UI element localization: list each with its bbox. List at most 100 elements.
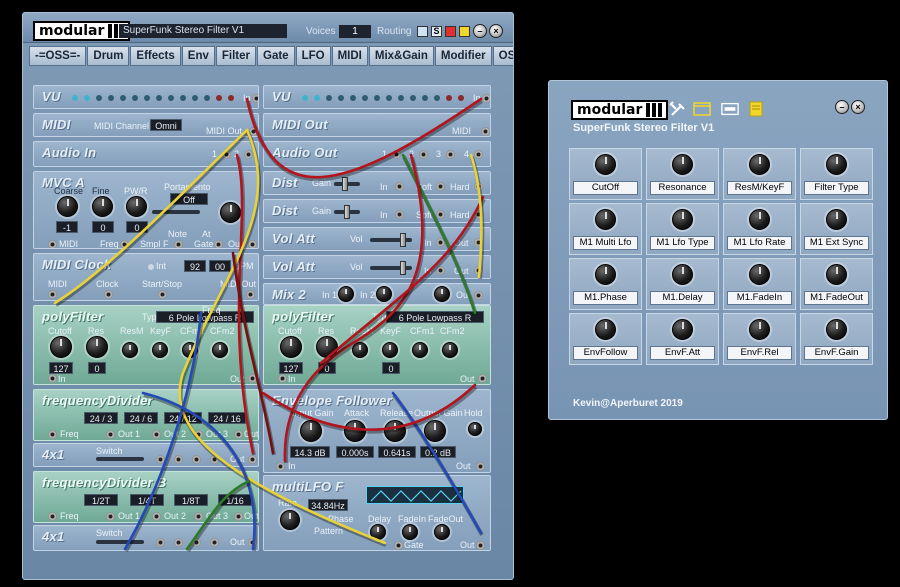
filter-in-jack[interactable] bbox=[48, 374, 57, 383]
param-knob[interactable] bbox=[672, 319, 693, 340]
startstop-jack[interactable] bbox=[158, 290, 167, 299]
vu-module-left[interactable]: VU In bbox=[33, 85, 259, 109]
param-knob[interactable] bbox=[595, 264, 616, 285]
dist-hard-jack[interactable] bbox=[474, 182, 483, 191]
mvc-freq-jack[interactable] bbox=[120, 240, 129, 248]
bpm-integer-field[interactable]: 92 bbox=[184, 260, 206, 272]
minimize-button[interactable]: – bbox=[473, 24, 487, 38]
menu-item[interactable]: Gate bbox=[257, 46, 295, 66]
fadein-knob[interactable] bbox=[402, 524, 418, 540]
clock-midi-out-jack[interactable] bbox=[246, 290, 255, 299]
switch-in-4-jack[interactable] bbox=[210, 455, 219, 464]
audio-out-jack-3[interactable] bbox=[446, 150, 455, 159]
divider-out-1-jack[interactable] bbox=[106, 430, 115, 439]
param-knob[interactable] bbox=[672, 209, 693, 230]
vol-slider-thumb[interactable] bbox=[400, 261, 406, 275]
vu-in-jack[interactable] bbox=[482, 94, 490, 103]
switch-in-1-jack[interactable] bbox=[156, 538, 165, 547]
param-knob[interactable] bbox=[672, 154, 693, 175]
param-knob[interactable] bbox=[595, 319, 616, 340]
rate-knob[interactable] bbox=[280, 510, 300, 530]
vu-module-right[interactable]: VU In bbox=[263, 85, 491, 109]
divider-freq-jack[interactable] bbox=[48, 430, 57, 439]
divider-out-1-jack[interactable] bbox=[106, 512, 115, 521]
notes-icon[interactable] bbox=[747, 101, 765, 117]
midi-out-jack[interactable] bbox=[249, 127, 258, 136]
menu-item[interactable]: LFO bbox=[295, 46, 331, 66]
divider-value-2[interactable]: 1/4T bbox=[130, 494, 164, 506]
bpm-fraction-field[interactable]: 00 bbox=[209, 260, 231, 272]
lfo-waveform-selector[interactable] bbox=[366, 486, 464, 504]
res-knob[interactable] bbox=[316, 336, 338, 358]
fine-knob[interactable] bbox=[92, 196, 113, 217]
midi-module[interactable]: MIDI MIDI Channel Omni MIDI Out bbox=[33, 113, 259, 137]
param-knob[interactable] bbox=[826, 319, 847, 340]
menu-item[interactable]: OSC bbox=[492, 46, 513, 66]
res-knob[interactable] bbox=[86, 336, 108, 358]
divider-value-4[interactable]: 1/16 bbox=[218, 494, 252, 506]
param-knob[interactable] bbox=[672, 264, 693, 285]
clock-out-jack[interactable] bbox=[104, 290, 113, 299]
dist-in-jack[interactable] bbox=[395, 182, 404, 191]
param-cell[interactable]: Resonance bbox=[646, 148, 719, 200]
close-button[interactable]: × bbox=[851, 100, 865, 114]
param-cell[interactable]: M1 Multi Lfo bbox=[569, 203, 642, 255]
vu-in-jack[interactable] bbox=[252, 94, 258, 103]
param-cell[interactable]: M1.Delay bbox=[646, 258, 719, 310]
midi-clock-module[interactable]: MIDI Clock Int 92 00 BPM MIDI Clock Star… bbox=[33, 253, 259, 301]
param-knob[interactable] bbox=[749, 264, 770, 285]
menu-item[interactable]: Mix&Gain bbox=[368, 46, 434, 66]
param-knob[interactable] bbox=[749, 209, 770, 230]
param-knob[interactable] bbox=[749, 319, 770, 340]
param-cell[interactable]: M1.Phase bbox=[569, 258, 642, 310]
vol-slider-thumb[interactable] bbox=[400, 233, 406, 247]
switch-module-1[interactable]: 4x1 Switch Out bbox=[33, 443, 259, 467]
divider-value-3[interactable]: 1/8T bbox=[174, 494, 208, 506]
param-knob[interactable] bbox=[826, 264, 847, 285]
res-value[interactable]: 0 bbox=[88, 362, 106, 374]
portamento-slider[interactable] bbox=[152, 210, 200, 214]
mvc-midi-jack[interactable] bbox=[48, 240, 57, 248]
midi-out-module[interactable]: MIDI Out MIDI bbox=[263, 113, 491, 137]
rate-value[interactable]: 34.84Hz bbox=[308, 499, 348, 511]
resm-knob[interactable] bbox=[122, 342, 138, 358]
input-gain-knob[interactable] bbox=[300, 420, 322, 442]
envelope-follower-module[interactable]: Envelope Follower Input Gain 14.3 dB Att… bbox=[263, 389, 491, 473]
mvc-level-knob[interactable] bbox=[220, 202, 241, 223]
audio-out-jack-4[interactable] bbox=[474, 150, 483, 159]
mvc-smpl-jack[interactable] bbox=[174, 240, 183, 248]
mvc-out-jack[interactable] bbox=[248, 240, 257, 248]
dist-in-jack[interactable] bbox=[395, 210, 404, 219]
switch-in-3-jack[interactable] bbox=[192, 455, 201, 464]
keyf-knob[interactable] bbox=[382, 342, 398, 358]
dist-module-1[interactable]: Dist Gain In Soft Hard bbox=[263, 171, 491, 195]
param-knob[interactable] bbox=[595, 154, 616, 175]
mvc-module[interactable]: MVC A Coarse -1 Fine 0 PW/R 0 Portamento… bbox=[33, 171, 259, 249]
param-cell[interactable]: M1 Lfo Type bbox=[646, 203, 719, 255]
fine-value[interactable]: 0 bbox=[92, 221, 114, 233]
portamento-value[interactable]: Off bbox=[170, 193, 208, 205]
coarse-knob[interactable] bbox=[57, 196, 78, 217]
env-in-jack[interactable] bbox=[276, 462, 285, 471]
attack-knob[interactable] bbox=[344, 420, 366, 442]
divider-out-2-jack[interactable] bbox=[152, 430, 161, 439]
window-icon[interactable] bbox=[693, 101, 711, 117]
switch-in-4-jack[interactable] bbox=[210, 538, 219, 547]
dist-module-2[interactable]: Dist Gain In Soft Hard bbox=[263, 199, 491, 223]
mix-master-knob[interactable] bbox=[434, 286, 450, 302]
pwr-knob[interactable] bbox=[126, 196, 147, 217]
fadeout-knob[interactable] bbox=[434, 524, 450, 540]
divider-out-2-jack[interactable] bbox=[152, 512, 161, 521]
polyfilter-module-1[interactable]: polyFilter Type 6 Pole Lowpass R Cutoff … bbox=[33, 305, 259, 385]
filter-type-select[interactable]: 6 Pole Lowpass R bbox=[386, 311, 484, 323]
res-value[interactable]: 0 bbox=[318, 362, 336, 374]
divider-value-3[interactable]: 24 / 12 bbox=[164, 412, 202, 424]
vol-in-jack[interactable] bbox=[436, 238, 445, 247]
divider-freq-jack[interactable] bbox=[48, 512, 57, 521]
param-cell[interactable]: CutOff bbox=[569, 148, 642, 200]
switch-in-3-jack[interactable] bbox=[192, 538, 201, 547]
release-knob[interactable] bbox=[384, 420, 406, 442]
param-cell[interactable]: M1.FadeIn bbox=[723, 258, 796, 310]
release-value[interactable]: 0.641s bbox=[378, 446, 416, 458]
lfo-out-jack[interactable] bbox=[476, 541, 485, 550]
